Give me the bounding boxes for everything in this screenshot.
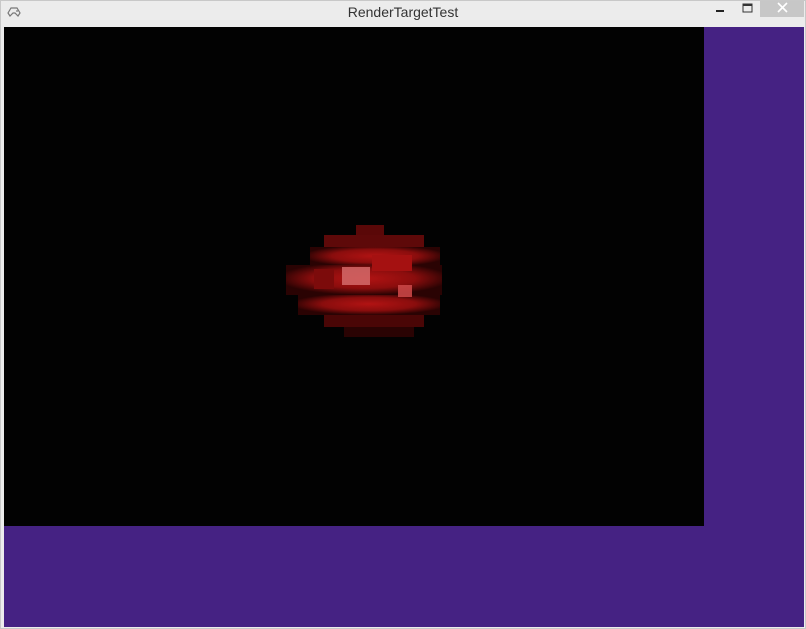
minimize-icon <box>715 2 725 16</box>
maximize-icon <box>742 2 753 16</box>
app-window: RenderTargetTest <box>0 0 806 629</box>
close-button[interactable] <box>760 1 804 17</box>
red-blob-sprite <box>286 225 442 337</box>
title-bar[interactable]: RenderTargetTest <box>1 1 805 25</box>
minimize-button[interactable] <box>710 1 730 17</box>
render-target <box>4 27 704 526</box>
maximize-button[interactable] <box>737 1 757 17</box>
game-client-area[interactable] <box>4 27 804 627</box>
close-icon <box>776 2 788 16</box>
window-title: RenderTargetTest <box>347 4 459 20</box>
